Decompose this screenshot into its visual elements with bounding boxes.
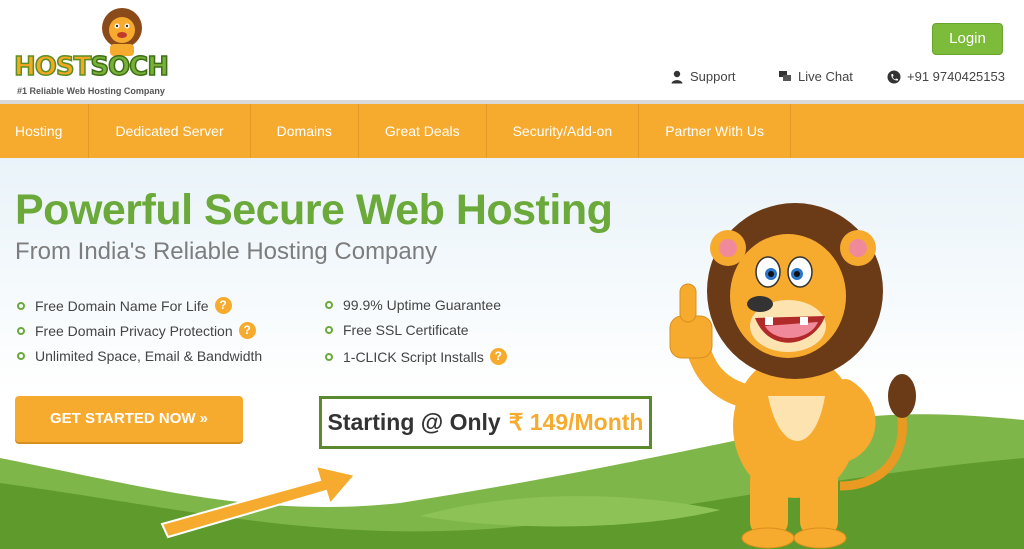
lion-mascot-illustration (669, 203, 916, 549)
logo-wordmark: HOSTSOCH (13, 52, 169, 82)
help-icon[interactable]: ? (489, 348, 507, 365)
feature-item: Free Domain Name For Life ? (17, 297, 232, 314)
pointer-arrow-icon (160, 464, 357, 539)
help-icon[interactable]: ? (214, 297, 232, 314)
feature-item: Unlimited Space, Email & Bandwidth (17, 348, 262, 364)
nav-item-dedicated-server[interactable]: Dedicated Server (89, 104, 251, 158)
hero-banner: Powerful Secure Web Hosting From India's… (0, 158, 1024, 549)
main-navigation: Hosting Dedicated Server Domains Great D… (0, 104, 1024, 158)
feature-label: 99.9% Uptime Guarantee (343, 297, 501, 313)
lion-mascot-icon (102, 8, 142, 56)
bullet-icon (17, 352, 25, 360)
nav-item-great-deals[interactable]: Great Deals (359, 104, 487, 158)
nav-item-domains[interactable]: Domains (251, 104, 359, 158)
feature-item: 99.9% Uptime Guarantee (325, 297, 501, 313)
phone-icon (887, 70, 901, 83)
feature-label: Free Domain Privacy Protection (35, 322, 233, 339)
bullet-icon (325, 326, 333, 334)
site-logo[interactable]: HOSTSOCH #1 Reliable Web Hosting Company (13, 4, 170, 96)
feature-label: Free Domain Name For Life (35, 297, 209, 314)
support-label: Support (690, 69, 736, 84)
get-started-button[interactable]: GET STARTED NOW » (15, 396, 243, 442)
hero-title: Powerful Secure Web Hosting (15, 186, 613, 234)
logo-tagline: #1 Reliable Web Hosting Company (17, 86, 165, 96)
chat-icon (779, 70, 791, 81)
feature-item: Free SSL Certificate (325, 322, 469, 338)
price-prefix: Starting @ Only (327, 409, 501, 435)
hero-subtitle: From India's Reliable Hosting Company (15, 238, 438, 265)
nav-item-hosting[interactable]: Hosting (0, 104, 90, 158)
bullet-icon (17, 301, 25, 310)
price-value: ₹ 149/Month (508, 409, 644, 435)
login-button[interactable]: Login (932, 23, 1003, 55)
nav-item-partner-with-us[interactable]: Partner With Us (639, 104, 792, 158)
nav-item-security-addon[interactable]: Security/Add-on (487, 104, 640, 158)
bullet-icon (325, 352, 333, 361)
live-chat-link[interactable]: Live Chat (778, 69, 853, 84)
price-callout: Starting @ Only ₹ 149/Month (319, 396, 652, 449)
feature-item: 1-CLICK Script Installs ? (325, 348, 507, 365)
feature-label: Free SSL Certificate (343, 322, 469, 338)
support-link[interactable]: Support (670, 69, 736, 84)
site-header: HOSTSOCH #1 Reliable Web Hosting Company… (0, 0, 1024, 100)
support-agent-icon (671, 70, 683, 83)
feature-item: Free Domain Privacy Protection ? (17, 322, 256, 339)
bullet-icon (17, 326, 25, 335)
help-icon[interactable]: ? (238, 322, 256, 339)
live-chat-label: Live Chat (798, 69, 853, 84)
bullet-icon (325, 301, 333, 309)
feature-label: Unlimited Space, Email & Bandwidth (35, 348, 263, 364)
phone-number: +91 9740425153 (907, 69, 1005, 84)
feature-label: 1-CLICK Script Installs (343, 348, 484, 365)
phone-link[interactable]: +91 9740425153 (887, 69, 1005, 84)
